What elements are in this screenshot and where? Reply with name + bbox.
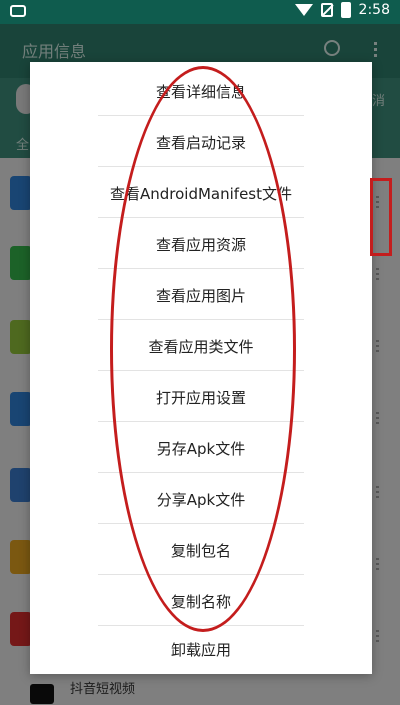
no-sim-icon: [320, 3, 333, 17]
battery-icon: [340, 2, 351, 18]
wifi-icon: [294, 4, 313, 16]
status-bar: 2:58: [0, 0, 400, 24]
status-icons: 2:58: [294, 2, 390, 18]
annotation-ellipse: [110, 66, 296, 632]
annotation-rectangle: [370, 178, 392, 256]
notification-icon: [10, 5, 26, 17]
status-time: 2:58: [358, 2, 390, 18]
